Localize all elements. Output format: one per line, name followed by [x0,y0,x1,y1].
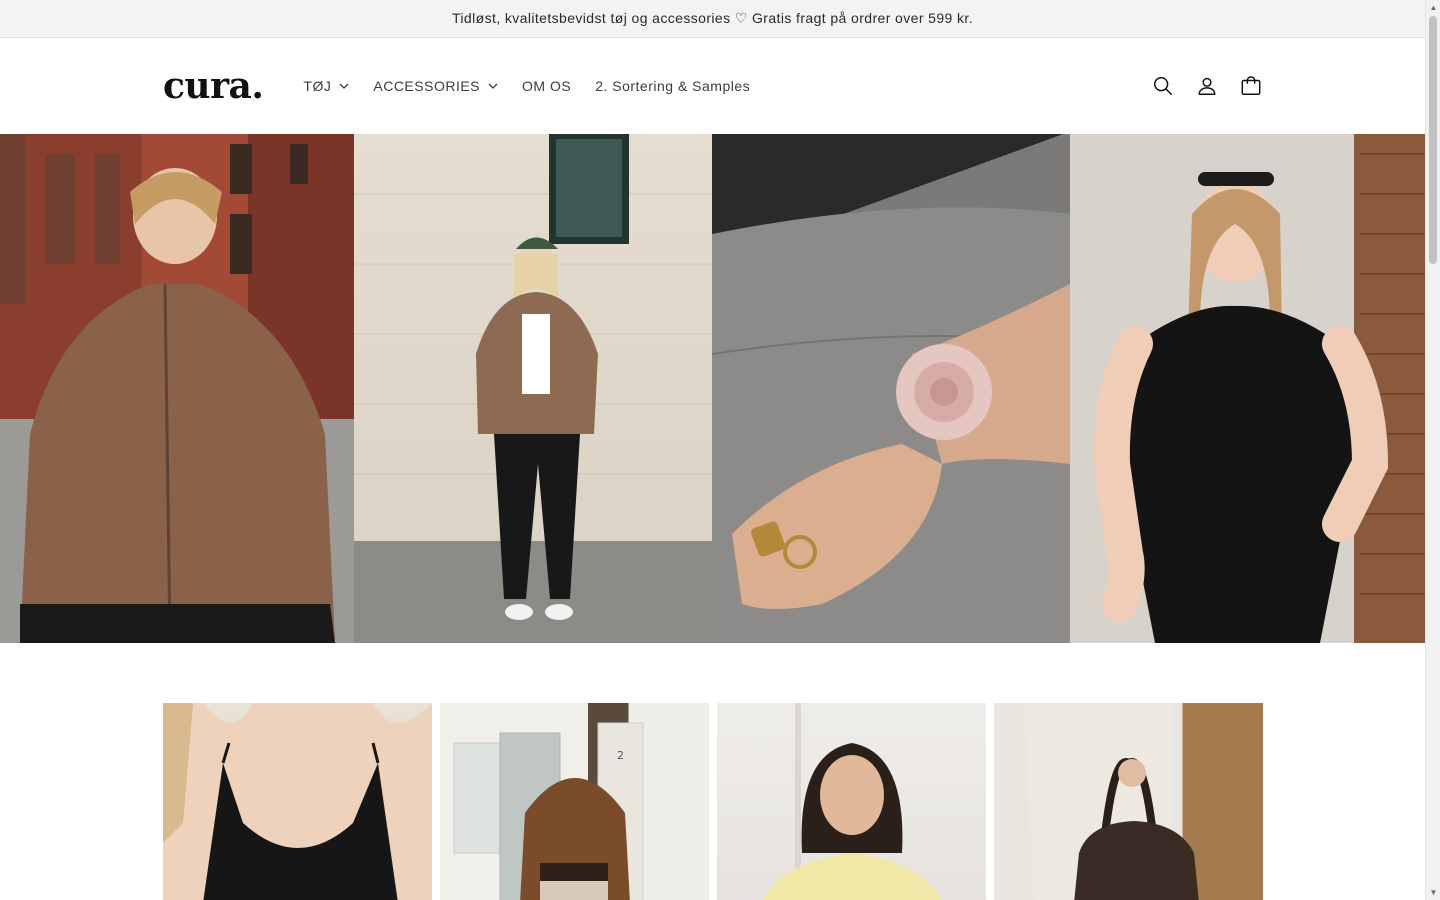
product-card-brown-top[interactable]: 2 [440,703,709,900]
cart-icon[interactable] [1239,74,1263,98]
nav-item-accessories[interactable]: ACCESSORIES [373,78,498,94]
nav-item-label: ACCESSORIES [373,78,481,94]
hero-image-scrunchie-hand [712,134,1070,643]
product-image-4 [1024,703,1199,900]
header-icons [1151,74,1263,98]
nav-item-label: TØJ [303,78,332,94]
scroll-down-icon[interactable]: ▼ [1429,888,1438,897]
main-nav: TØJ ACCESSORIES OM OS 2. Sortering & Sam… [303,78,750,94]
product-grid: 2 [163,703,1263,900]
page: Tidløst, kvalitetsbevidst tøj og accesso… [0,0,1425,900]
chevron-down-icon [339,83,349,89]
hero-image-fleece-street [0,134,354,643]
hero-image-black-top [1070,134,1425,643]
announcement-bar: Tidløst, kvalitetsbevidst tøj og accesso… [0,0,1425,38]
scroll-up-icon[interactable]: ▲ [1429,3,1438,12]
nav-item-toj[interactable]: TØJ [303,78,349,94]
product-image-1 [163,703,432,900]
site-header: cura. TØJ ACCESSORIES OM OS 2. Sortering… [0,38,1425,134]
search-icon[interactable] [1151,74,1175,98]
product-image-2: 2 [453,722,644,900]
hero-figure-1 [0,134,335,643]
account-icon[interactable] [1195,74,1219,98]
announcement-text: Tidløst, kvalitetsbevidst tøj og accesso… [451,10,973,26]
nav-item-om-os[interactable]: OM OS [522,78,571,94]
hero-figure-4 [1093,153,1425,643]
chevron-down-icon [488,83,498,89]
hero-collage [0,134,1425,643]
hero-figure-3 [712,207,1070,643]
svg-text:2: 2 [617,749,624,762]
logo[interactable]: cura. [163,68,264,104]
scroll-thumb[interactable] [1429,16,1437,264]
hero-image-cap-fleece [354,134,712,643]
product-image-3 [763,703,941,900]
page-scrollbar[interactable]: ▲ ▼ [1425,0,1440,900]
nav-item-sortering-samples[interactable]: 2. Sortering & Samples [595,78,750,94]
nav-item-label: OM OS [522,78,572,94]
product-card-yellow-sweater[interactable] [717,703,986,900]
nav-item-label: 2. Sortering & Samples [595,78,751,94]
hero-figure-2 [354,134,712,620]
product-card-camisole[interactable] [163,703,432,900]
product-card-suede-bag[interactable] [994,703,1263,900]
